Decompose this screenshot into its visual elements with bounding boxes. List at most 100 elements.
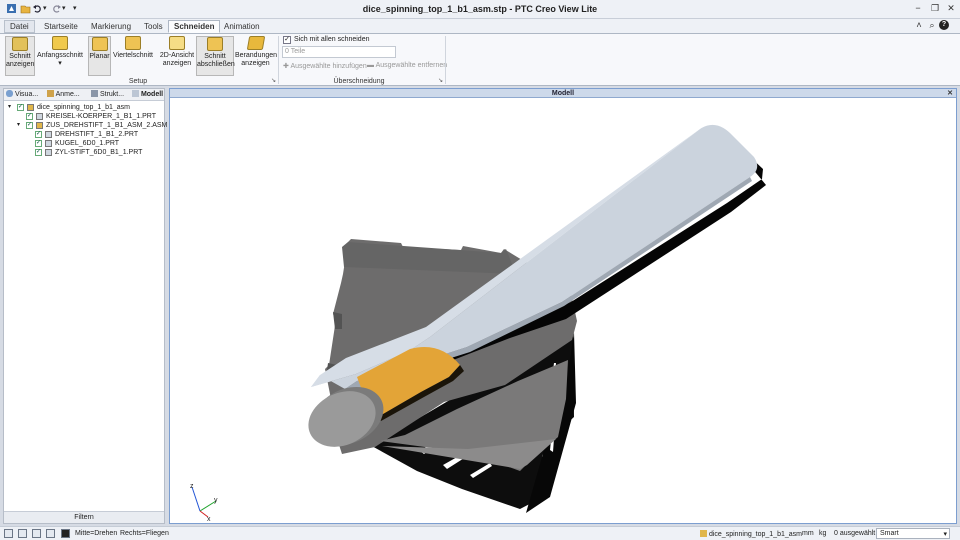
tree-item[interactable]: ✓ KUGEL_6D0_1.PRT bbox=[4, 139, 162, 148]
ribbon-panel: Schnitt anzeigen Anfangsschnitt ▾ Planar… bbox=[0, 33, 960, 86]
tree-visibility-checkbox[interactable]: ✓ bbox=[26, 113, 33, 120]
selection-mode-select[interactable]: Smart ▾ bbox=[876, 528, 950, 539]
tab-visualization[interactable]: Visua... bbox=[6, 90, 38, 101]
tree-item[interactable]: ✓ KREISEL-KOERPER_1_B1_1.PRT bbox=[4, 112, 162, 121]
tab-schneiden[interactable]: Schneiden bbox=[168, 20, 221, 33]
button-label: anzeigen bbox=[162, 60, 192, 67]
minimize-button[interactable]: − bbox=[912, 3, 924, 14]
tree-expander-icon[interactable]: ▾ bbox=[17, 121, 20, 130]
filter-bar[interactable]: Filtern bbox=[4, 511, 164, 523]
model-name-status: dice_spinning_top_1_b1_asm bbox=[700, 530, 802, 538]
button-label: Viertelschnitt bbox=[113, 52, 153, 59]
assembly-icon bbox=[36, 122, 43, 129]
restore-button[interactable]: ❐ bbox=[929, 3, 941, 14]
tab-label: Anme... bbox=[55, 91, 80, 98]
quarter-cut-icon bbox=[125, 36, 141, 50]
tree-item[interactable]: ▾ ✓ dice_spinning_top_1_b1_asm bbox=[4, 103, 162, 112]
close-button[interactable]: ✕ bbox=[945, 3, 957, 14]
remove-selected-button[interactable]: ▬ Ausgewählte entfernen bbox=[367, 62, 447, 69]
tree-item[interactable]: ✓ ZYL-STIFT_6D0_B1_1.PRT bbox=[4, 148, 162, 157]
parts-field[interactable]: 0 Teile bbox=[282, 46, 396, 58]
initial-cut-button[interactable]: Anfangsschnitt ▾ bbox=[37, 36, 83, 76]
tab-structure[interactable]: Strukt... bbox=[91, 90, 124, 101]
button-label: Planar bbox=[89, 53, 110, 60]
tab-animation[interactable]: Animation bbox=[218, 20, 266, 33]
tab-tools[interactable]: Tools bbox=[138, 20, 169, 33]
quarter-cut-button[interactable]: Viertelschnitt bbox=[112, 36, 154, 76]
tab-datei[interactable]: Datei bbox=[4, 20, 35, 33]
minus-icon: ▬ bbox=[367, 62, 376, 69]
tree-visibility-checkbox[interactable]: ✓ bbox=[35, 149, 42, 156]
help-icon[interactable]: ? bbox=[939, 20, 949, 30]
tree-visibility-checkbox[interactable]: ✓ bbox=[17, 104, 24, 111]
tree-item[interactable]: ▾ ✓ ZUS_DREHSTIFT_1_B1_ASM_2.ASM bbox=[4, 121, 167, 130]
planar-button[interactable]: Planar bbox=[88, 36, 111, 76]
layout-single-icon[interactable] bbox=[4, 529, 13, 538]
tab-label: Visua... bbox=[14, 91, 39, 98]
part-icon bbox=[45, 131, 52, 138]
add-selected-label: Ausgewählte hinzufügen bbox=[290, 63, 367, 70]
button-label: abschließen bbox=[197, 61, 235, 68]
2d-view-button[interactable]: 2D-Ansicht anzeigen bbox=[158, 36, 196, 76]
title-bar: ▾ ▾ ▾ dice_spinning_top_1_b1_asm.stp - P… bbox=[0, 0, 960, 19]
tree-visibility-checkbox[interactable]: ✓ bbox=[26, 122, 33, 129]
command-window-icon[interactable] bbox=[61, 529, 70, 538]
2d-view-icon bbox=[169, 36, 185, 50]
group-label-overlap: Überschneidung bbox=[333, 78, 385, 85]
mouse-hint-middle: Mitte=Drehen bbox=[75, 530, 118, 537]
tree-item-label: KREISEL-KOERPER_1_B1_1.PRT bbox=[46, 113, 156, 120]
y-axis-label: y bbox=[214, 497, 218, 504]
tab-startseite[interactable]: Startseite bbox=[38, 20, 84, 33]
finish-section-icon bbox=[207, 37, 223, 51]
collapse-ribbon-icon[interactable]: ˄ bbox=[913, 20, 925, 31]
model-icon bbox=[132, 90, 139, 97]
button-label: anzeigen bbox=[6, 61, 35, 68]
left-panel-tabs: Visua... Anme... Strukt... Modell bbox=[4, 89, 164, 101]
selection-mode-value: Smart bbox=[880, 530, 899, 537]
cut-all-checkbox[interactable]: ✓ bbox=[283, 36, 291, 44]
tree-visibility-checkbox[interactable]: ✓ bbox=[35, 140, 42, 147]
structure-icon bbox=[91, 90, 98, 97]
z-axis-label: z bbox=[190, 483, 194, 490]
annotation-icon bbox=[47, 90, 54, 97]
tab-model[interactable]: Modell bbox=[132, 90, 163, 101]
chevron-down-icon: ▾ bbox=[943, 531, 947, 538]
section-view-icon bbox=[12, 37, 28, 51]
show-boundaries-button[interactable]: Berandungen anzeigen bbox=[235, 36, 277, 76]
button-label: Anfangsschnitt bbox=[37, 52, 83, 59]
chevron-down-icon: ▾ bbox=[58, 60, 62, 67]
cut-all-label: Sich mit allen schneiden bbox=[294, 36, 370, 43]
part-icon bbox=[45, 140, 52, 147]
part-icon bbox=[36, 113, 43, 120]
add-selected-button[interactable]: ✚ Ausgewählte hinzufügen bbox=[283, 62, 367, 70]
viewport-header: Modell ✕ bbox=[170, 89, 956, 98]
window-title: dice_spinning_top_1_b1_asm.stp - PTC Cre… bbox=[362, 4, 598, 14]
visualization-icon bbox=[6, 90, 13, 97]
tab-annotations[interactable]: Anme... bbox=[47, 90, 80, 101]
tree-item[interactable]: ✓ DREHSTIFT_1_B1_2.PRT bbox=[4, 130, 162, 139]
status-bar: Mitte=Drehen Rechts=Fliegen dice_spinnin… bbox=[0, 526, 960, 540]
tree-expander-icon[interactable]: ▾ bbox=[8, 103, 11, 112]
tree-item-label: ZYL-STIFT_6D0_B1_1.PRT bbox=[55, 149, 143, 156]
model-name: dice_spinning_top_1_b1_asm bbox=[708, 531, 802, 538]
layout-panel-icon[interactable] bbox=[46, 529, 55, 538]
selection-count: 0 ausgewählt bbox=[834, 530, 876, 537]
layout-split-icon[interactable] bbox=[18, 529, 27, 538]
ribbon-separator bbox=[278, 36, 279, 84]
finish-section-button[interactable]: Schnitt abschließen bbox=[196, 36, 235, 76]
tree-visibility-checkbox[interactable]: ✓ bbox=[35, 131, 42, 138]
boundaries-icon bbox=[246, 36, 265, 50]
tab-markierung[interactable]: Markierung bbox=[85, 20, 137, 33]
remove-selected-label: Ausgewählte entfernen bbox=[375, 62, 448, 69]
layout-quad-icon[interactable] bbox=[32, 529, 41, 538]
overlap-launcher-icon[interactable]: ↘ bbox=[438, 77, 443, 84]
model-viewport[interactable]: Modell ✕ y z x bbox=[169, 88, 957, 524]
3d-scene[interactable]: y z x bbox=[170, 99, 956, 523]
search-icon[interactable]: ⌕ bbox=[926, 20, 938, 31]
assembly-icon bbox=[700, 530, 707, 537]
viewport-close-icon[interactable]: ✕ bbox=[947, 89, 953, 98]
tree-item-label: ZUS_DREHSTIFT_1_B1_ASM_2.ASM bbox=[46, 122, 168, 129]
setup-launcher-icon[interactable]: ↘ bbox=[271, 77, 276, 84]
show-section-button[interactable]: Schnitt anzeigen bbox=[5, 36, 35, 76]
tree-item-label: KUGEL_6D0_1.PRT bbox=[55, 140, 120, 147]
